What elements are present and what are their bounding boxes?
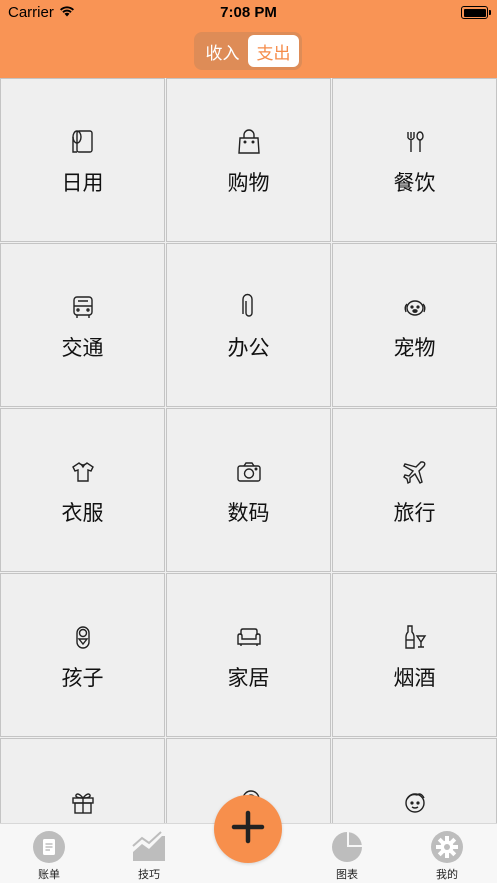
tab-mine-label: 我的 bbox=[436, 868, 458, 881]
category-beauty[interactable] bbox=[332, 738, 497, 823]
category-label: 孩子 bbox=[61, 666, 104, 690]
category-label: 交通 bbox=[61, 336, 104, 360]
gift-icon bbox=[68, 787, 98, 817]
category-home[interactable]: 家居 bbox=[166, 573, 331, 737]
utensils-icon bbox=[400, 127, 430, 157]
income-expense-toggle[interactable]: 收入 支出 bbox=[194, 32, 302, 70]
category-clothes[interactable]: 衣服 bbox=[0, 408, 165, 572]
category-label: 衣服 bbox=[61, 501, 104, 525]
add-record-button[interactable] bbox=[214, 795, 282, 863]
trend-chart-icon bbox=[132, 830, 166, 864]
category-pets[interactable]: 宠物 bbox=[332, 243, 497, 407]
category-label: 餐饮 bbox=[393, 171, 436, 195]
category-dining[interactable]: 餐饮 bbox=[332, 78, 497, 242]
category-label: 旅行 bbox=[393, 501, 436, 525]
tab-tips-label: 技巧 bbox=[138, 868, 160, 881]
status-bar: Carrier 7:08 PM bbox=[0, 0, 497, 26]
category-gift[interactable] bbox=[0, 738, 165, 823]
plus-icon bbox=[231, 810, 265, 848]
sofa-icon bbox=[234, 622, 264, 652]
category-daily[interactable]: 日用 bbox=[0, 78, 165, 242]
category-label: 家居 bbox=[227, 666, 270, 690]
airplane-icon bbox=[400, 457, 430, 487]
category-label: 日用 bbox=[61, 171, 104, 195]
paper-towel-icon bbox=[68, 127, 98, 157]
battery-icon bbox=[461, 6, 491, 19]
category-label: 宠物 bbox=[393, 336, 436, 360]
bus-icon bbox=[68, 292, 98, 322]
bill-icon bbox=[32, 830, 66, 864]
tab-tips[interactable]: 技巧 bbox=[114, 830, 184, 882]
category-transport[interactable]: 交通 bbox=[0, 243, 165, 407]
category-shopping[interactable]: 购物 bbox=[166, 78, 331, 242]
category-label: 烟酒 bbox=[393, 666, 436, 690]
baby-icon bbox=[68, 622, 98, 652]
category-label: 数码 bbox=[227, 501, 270, 525]
wine-icon bbox=[400, 622, 430, 652]
tab-bills[interactable]: 账单 bbox=[14, 830, 84, 882]
category-office[interactable]: 办公 bbox=[166, 243, 331, 407]
dog-icon bbox=[400, 292, 430, 322]
segment-expense[interactable]: 支出 bbox=[248, 35, 299, 67]
camera-icon bbox=[234, 457, 264, 487]
header: Carrier 7:08 PM 收入 支出 bbox=[0, 0, 497, 78]
category-kids[interactable]: 孩子 bbox=[0, 573, 165, 737]
settings-icon bbox=[430, 830, 464, 864]
segment-income[interactable]: 收入 bbox=[197, 35, 248, 67]
category-grid: 日用 购物 餐饮 交通 办公 宠物 衣服 数码 旅行 孩子 家居 烟酒 bbox=[0, 78, 497, 823]
category-label: 办公 bbox=[227, 336, 270, 360]
tab-mine[interactable]: 我的 bbox=[412, 830, 482, 882]
beauty-icon bbox=[400, 787, 430, 817]
tab-charts[interactable]: 图表 bbox=[312, 830, 382, 882]
tab-bills-label: 账单 bbox=[38, 868, 60, 881]
category-tobacco-alcohol[interactable]: 烟酒 bbox=[332, 573, 497, 737]
paperclip-icon bbox=[234, 292, 264, 322]
clock: 7:08 PM bbox=[220, 4, 277, 21]
tab-charts-label: 图表 bbox=[336, 868, 358, 881]
category-travel[interactable]: 旅行 bbox=[332, 408, 497, 572]
pie-chart-icon bbox=[330, 830, 364, 864]
tshirt-icon bbox=[68, 457, 98, 487]
shopping-bag-icon bbox=[234, 127, 264, 157]
category-label: 购物 bbox=[227, 171, 270, 195]
category-digital[interactable]: 数码 bbox=[166, 408, 331, 572]
